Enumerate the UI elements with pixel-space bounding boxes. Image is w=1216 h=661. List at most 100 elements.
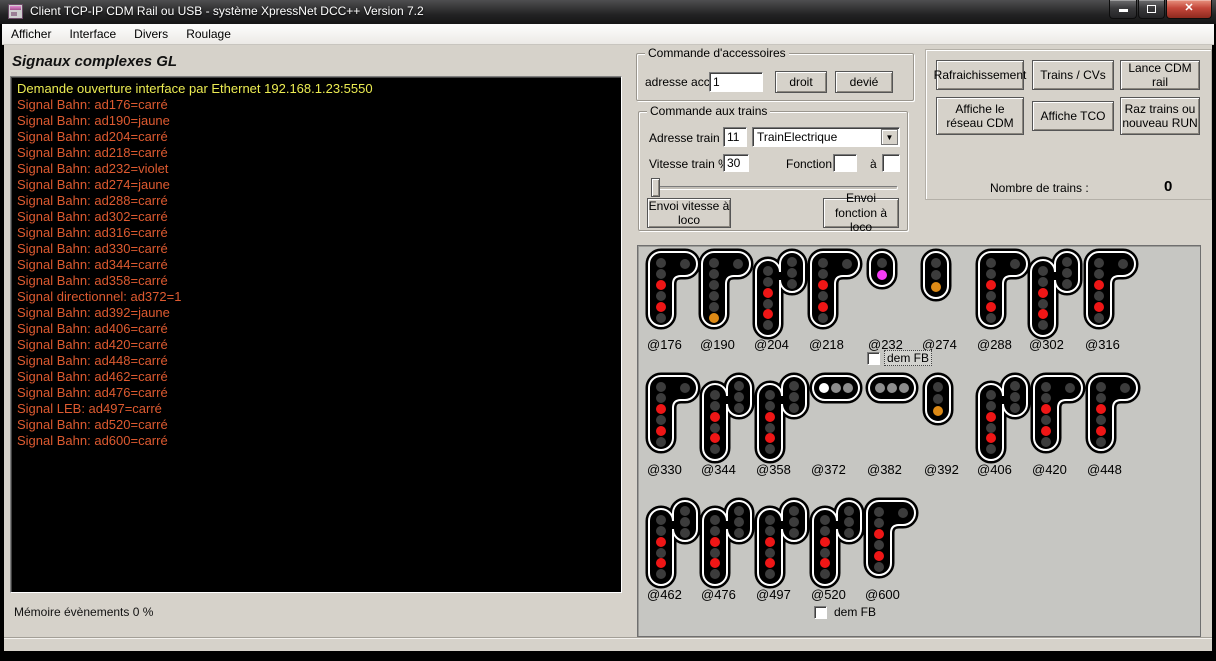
straight-button[interactable]: droit: [775, 71, 827, 93]
console-line: Signal Bahn: ad406=carré: [17, 321, 621, 337]
console-line: Signal Bahn: ad476=carré: [17, 385, 621, 401]
train-select[interactable]: TrainElectrique ▼: [752, 127, 900, 147]
signal-420: [1034, 376, 1082, 450]
checkbox-label: dem FB: [831, 604, 879, 620]
accessories-group-title: Commande d'accessoires: [645, 46, 789, 60]
console-line: Signal Bahn: ad218=carré: [17, 145, 621, 161]
acc-address-label: adresse acc: [645, 75, 710, 89]
console-line: Signal directionnel: ad372=1: [17, 289, 621, 305]
trains-cvs-button[interactable]: Trains / CVs: [1032, 60, 1114, 90]
app-icon: [8, 4, 23, 19]
acc-address-input[interactable]: [709, 72, 763, 92]
trains-group-title: Commande aux trains: [647, 104, 770, 118]
signal-label: @520: [811, 587, 846, 602]
function-label: Fonction:: [786, 157, 835, 171]
console-line: Signal Bahn: ad176=carré: [17, 97, 621, 113]
menu-item-roulage[interactable]: Roulage: [177, 24, 240, 45]
app-window: Client TCP-IP CDM Rail ou USB - système …: [0, 0, 1216, 661]
checkbox-box[interactable]: [814, 606, 827, 619]
console-line: Signal Bahn: ad302=carré: [17, 209, 621, 225]
console-line: Signal Bahn: ad274=jaune: [17, 177, 621, 193]
statusbar-divider: [4, 637, 1212, 639]
to-label: à: [870, 157, 877, 171]
signal-316: [1087, 252, 1135, 326]
window-title: Client TCP-IP CDM Rail ou USB - système …: [30, 4, 424, 18]
console-line: Signal Bahn: ad204=carré: [17, 129, 621, 145]
dem-fb-checkbox-1[interactable]: dem FB: [867, 350, 932, 366]
maximize-icon: [1147, 5, 1156, 13]
diverge-button[interactable]: devié: [835, 71, 893, 93]
signal-label: @344: [701, 462, 736, 477]
console-line: Signal Bahn: ad330=carré: [17, 241, 621, 257]
function-from-input[interactable]: [833, 154, 857, 172]
accessories-group: Commande d'accessoires adresse acc droit…: [636, 53, 914, 101]
signal-label: @358: [756, 462, 791, 477]
maximize-button[interactable]: [1138, 0, 1165, 19]
train-count-label: Nombre de trains :: [990, 181, 1089, 195]
signal-462: [649, 501, 697, 585]
send-function-button[interactable]: Envoi fonction à loco: [823, 198, 899, 228]
page-title: Signaux complexes GL: [12, 53, 177, 70]
reset-trains-button[interactable]: Raz trains ou nouveau RUN: [1120, 97, 1200, 135]
chevron-down-icon[interactable]: ▼: [881, 129, 898, 145]
signal-218: [811, 252, 859, 326]
trains-group: Commande aux trains Adresse train : Trai…: [638, 111, 908, 231]
menu-item-afficher[interactable]: Afficher: [2, 24, 60, 45]
signal-label: @176: [647, 337, 682, 352]
minimize-button[interactable]: [1109, 0, 1137, 19]
speed-label: Vitesse train %: [649, 157, 729, 171]
signal-274: [924, 252, 948, 298]
send-speed-button[interactable]: Envoi vitesse à loco: [647, 198, 731, 228]
signal-label: @420: [1032, 462, 1067, 477]
close-button[interactable]: ✕: [1166, 0, 1212, 19]
signal-label: @392: [924, 462, 959, 477]
titlebar[interactable]: Client TCP-IP CDM Rail ou USB - système …: [0, 0, 1216, 24]
close-icon: ✕: [1184, 2, 1193, 14]
console-line: Signal Bahn: ad232=violet: [17, 161, 621, 177]
signal-344: [703, 376, 751, 460]
memory-status: Mémoire évènements 0 %: [14, 605, 153, 619]
signal-label: @316: [1085, 337, 1120, 352]
minimize-icon: [1119, 9, 1128, 12]
launch-cdm-button[interactable]: Lance CDM rail: [1120, 60, 1200, 90]
function-to-input[interactable]: [882, 154, 900, 172]
console-line: Signal LEB: ad497=carré: [17, 401, 621, 417]
signal-label: @218: [809, 337, 844, 352]
signal-label: @288: [977, 337, 1012, 352]
signal-330: [649, 376, 697, 450]
console-line: Signal Bahn: ad344=carré: [17, 257, 621, 273]
console-line: Signal Bahn: ad288=carré: [17, 193, 621, 209]
signal-232: [870, 252, 894, 286]
signal-label: @476: [701, 587, 736, 602]
console-line: Signal Bahn: ad420=carré: [17, 337, 621, 353]
signal-302: [1031, 252, 1079, 336]
show-network-button[interactable]: Affiche le réseau CDM: [936, 97, 1024, 135]
console-line: Signal Bahn: ad600=carré: [17, 433, 621, 449]
client-area: Signaux complexes GL Demande ouverture i…: [4, 45, 1212, 651]
dem-fb-checkbox-2[interactable]: dem FB: [814, 604, 879, 620]
console-line: Signal Bahn: ad392=jaune: [17, 305, 621, 321]
console-line: Signal Bahn: ad358=carré: [17, 273, 621, 289]
refresh-button[interactable]: Rafraichissement: [936, 60, 1024, 90]
signal-288: [979, 252, 1027, 326]
menu-item-interface[interactable]: Interface: [60, 24, 125, 45]
menu-item-divers[interactable]: Divers: [125, 24, 177, 45]
signal-label: @330: [647, 462, 682, 477]
signal-497: [758, 501, 806, 585]
speed-input[interactable]: [723, 154, 749, 172]
train-select-value: TrainElectrique: [757, 130, 837, 144]
train-address-input[interactable]: [723, 127, 747, 147]
slider-thumb[interactable]: [651, 178, 660, 197]
checkbox-box[interactable]: [867, 352, 880, 365]
control-panel: Rafraichissement Trains / CVs Lance CDM …: [925, 49, 1212, 200]
show-tco-button[interactable]: Affiche TCO: [1032, 101, 1114, 131]
console-line: Signal Bahn: ad520=carré: [17, 417, 621, 433]
signal-label: @448: [1087, 462, 1122, 477]
checkbox-label: dem FB: [884, 350, 932, 366]
slider-groove[interactable]: [651, 186, 898, 190]
console-line: Signal Bahn: ad316=carré: [17, 225, 621, 241]
signal-476: [703, 501, 751, 585]
signal-label: @382: [867, 462, 902, 477]
signal-label: @372: [811, 462, 846, 477]
console-line: Signal Bahn: ad190=jaune: [17, 113, 621, 129]
